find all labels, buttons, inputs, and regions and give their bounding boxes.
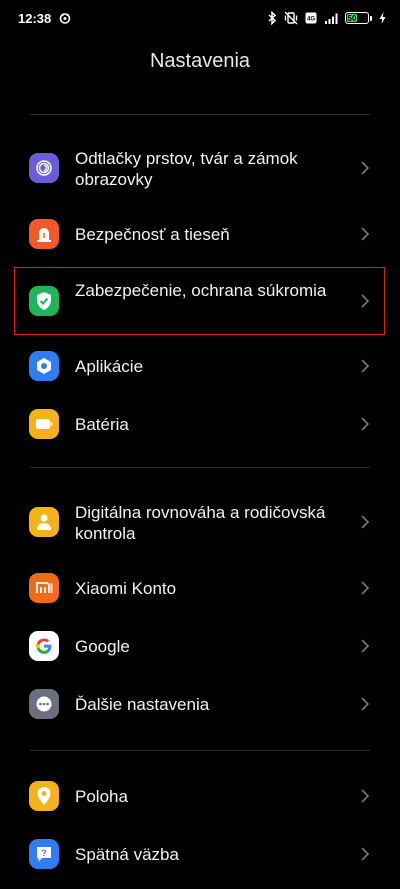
settings-item-fingerprint[interactable]: Odtlačky prstov, tvár a zámok obrazovky xyxy=(0,140,400,196)
settings-item-label: Google xyxy=(75,637,130,656)
emergency-icon xyxy=(29,219,59,249)
feedback-icon: ? xyxy=(29,839,59,869)
svg-text:4G: 4G xyxy=(307,17,315,23)
chevron-right-icon xyxy=(360,514,370,530)
divider xyxy=(30,114,370,115)
settings-item-xiaomi-account[interactable]: Xiaomi Konto xyxy=(0,560,400,616)
settings-item-more-settings[interactable]: Ďalšie nastavenia xyxy=(0,676,400,732)
settings-item-label: Zabezpečenie, ochrana súkromia xyxy=(75,281,327,300)
divider xyxy=(30,750,370,751)
google-g-icon xyxy=(29,631,59,661)
status-time: 12:38 xyxy=(18,10,52,26)
settings-item-label: Digitálna rovnováha a rodičovská kontrol… xyxy=(75,503,326,543)
charging-bolt-icon xyxy=(379,12,386,24)
settings-item-apps[interactable]: Aplikácie xyxy=(0,338,400,394)
status-bar: 12:38 4G 50 xyxy=(0,0,400,36)
battery-indicator: 50 xyxy=(345,12,372,24)
vibrate-off-icon xyxy=(284,11,298,25)
location-pin-icon xyxy=(29,781,59,811)
chevron-right-icon xyxy=(360,226,370,242)
chevron-right-icon xyxy=(360,846,370,862)
shield-check-icon xyxy=(29,286,59,316)
settings-item-google[interactable]: Google xyxy=(0,618,400,674)
mi-logo-icon xyxy=(29,573,59,603)
battery-level: 50 xyxy=(347,13,357,23)
battery-icon xyxy=(29,409,59,439)
divider xyxy=(30,467,370,468)
settings-item-label: Spätná väzba xyxy=(75,845,179,864)
notification-icon xyxy=(59,12,71,24)
chevron-right-icon xyxy=(360,358,370,374)
page-title: Nastavenia xyxy=(149,50,251,72)
signal-icon xyxy=(324,12,338,25)
chevron-right-icon xyxy=(360,416,370,432)
fingerprint-icon xyxy=(29,153,59,183)
digital-wellbeing-icon xyxy=(29,507,59,537)
settings-item-label: Xiaomi Konto xyxy=(75,579,177,598)
settings-item-label: Poloha xyxy=(75,787,128,806)
chevron-right-icon xyxy=(360,788,370,804)
settings-item-label: Ďalšie nastavenia xyxy=(75,695,210,714)
settings-item-label: Odtlačky prstov, tvár a zámok obrazovky xyxy=(75,149,298,189)
chevron-right-icon xyxy=(360,160,370,176)
chevron-right-icon xyxy=(360,638,370,654)
volte-icon: 4G xyxy=(305,12,317,24)
settings-item-location[interactable]: Poloha xyxy=(0,768,400,824)
chevron-right-icon xyxy=(360,580,370,596)
settings-item-feedback[interactable]: ? Spätná väzba xyxy=(0,826,400,882)
settings-item-label: Bezpečnosť a tieseň xyxy=(75,225,230,244)
settings-item-safety[interactable]: Bezpečnosť a tieseň xyxy=(0,206,400,262)
svg-text:?: ? xyxy=(41,848,47,858)
settings-item-label: Aplikácie xyxy=(75,357,144,376)
chevron-right-icon xyxy=(360,293,370,309)
more-dots-icon xyxy=(29,689,59,719)
bluetooth-icon xyxy=(268,11,277,25)
settings-item-digital-wellbeing[interactable]: Digitálna rovnováha a rodičovská kontrol… xyxy=(0,494,400,550)
settings-item-privacy[interactable]: Zabezpečenie, ochrana súkromia xyxy=(0,268,400,334)
settings-screen: 12:38 4G 50 Nastavenia Odtlačky prstov, … xyxy=(0,0,400,889)
chevron-right-icon xyxy=(360,696,370,712)
settings-item-battery[interactable]: Batéria xyxy=(0,396,400,452)
settings-item-label: Batéria xyxy=(75,415,129,434)
apps-hexagon-icon xyxy=(29,351,59,381)
